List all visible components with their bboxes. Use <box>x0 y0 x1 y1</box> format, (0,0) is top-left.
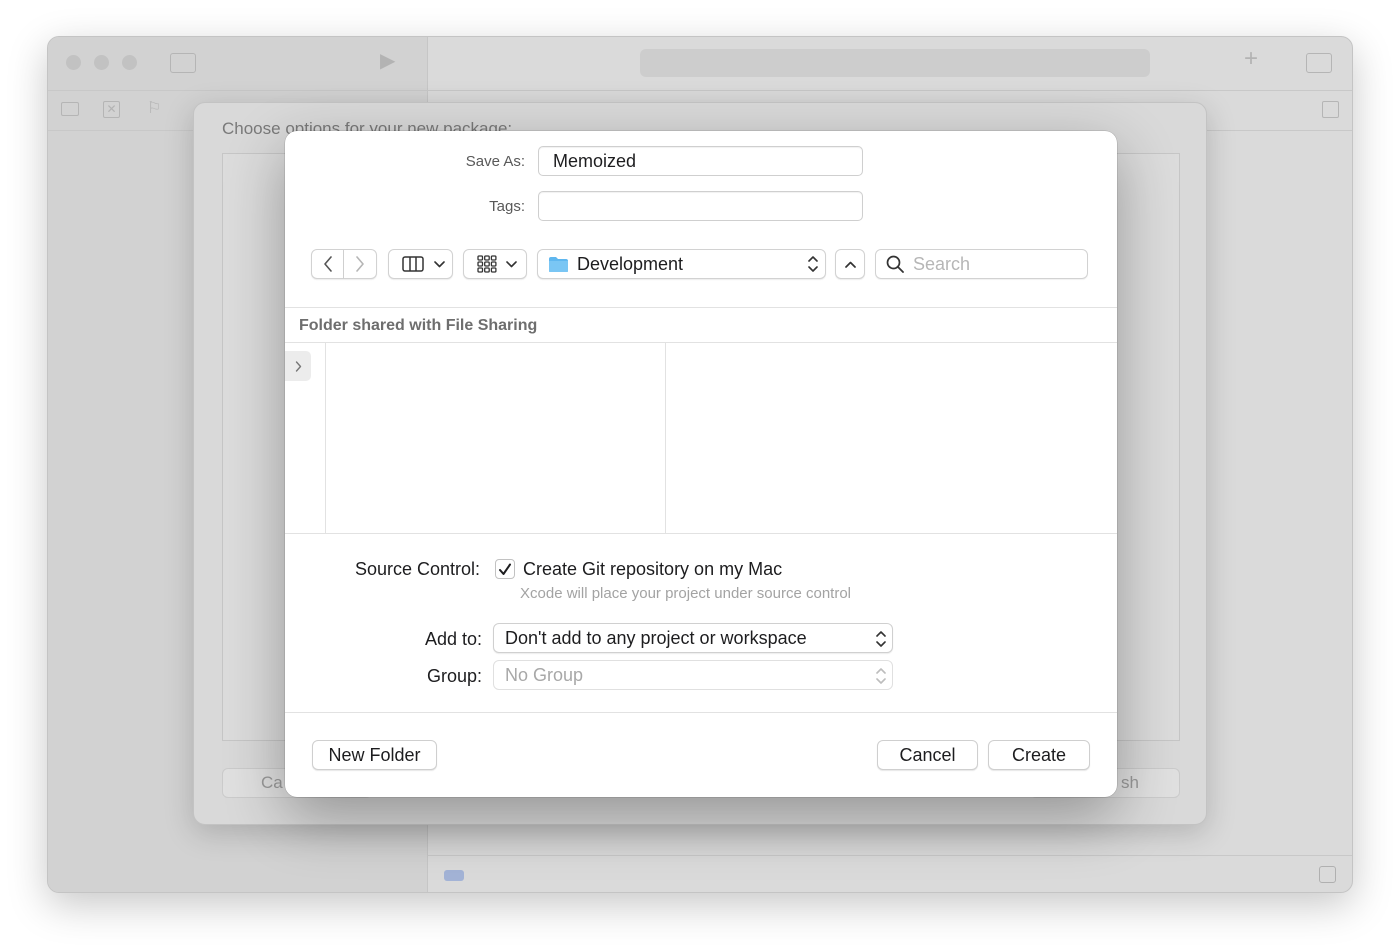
search-input[interactable]: Search <box>875 249 1088 279</box>
close-window-button[interactable] <box>66 55 81 70</box>
browser-divider <box>285 533 1117 534</box>
checkmark-icon <box>499 563 511 575</box>
location-popup[interactable]: Development <box>537 249 826 279</box>
save-as-label: Save As: <box>465 153 525 170</box>
toolbar-divider <box>285 307 1117 308</box>
source-control-icon[interactable]: ✕ <box>103 101 120 118</box>
footer-divider <box>285 712 1117 713</box>
chevron-down-icon <box>506 260 517 267</box>
section-header: Folder shared with File Sharing <box>299 317 538 334</box>
add-editor-icon[interactable] <box>1322 101 1339 118</box>
source-control-label: Source Control: <box>354 559 480 579</box>
columns-view-icon <box>402 256 424 272</box>
back-button[interactable] <box>311 249 344 279</box>
tags-field[interactable] <box>538 191 863 221</box>
sheet-finish-label: sh <box>1121 773 1139 792</box>
group-value: No Group <box>505 664 584 685</box>
run-icon[interactable]: ▶ <box>380 51 395 71</box>
column-divider <box>325 342 326 533</box>
debug-bar <box>428 855 1352 892</box>
window-titlebar: ▶ + <box>48 37 1352 91</box>
chevron-left-icon <box>323 256 332 272</box>
up-down-chevron-icon <box>876 631 886 647</box>
chevron-right-icon <box>295 360 301 372</box>
sheet-cancel-label: Ca <box>261 773 283 792</box>
folder-icon <box>549 256 568 272</box>
column-divider <box>665 342 666 533</box>
new-folder-button[interactable]: New Folder <box>312 740 437 770</box>
cancel-button[interactable]: Cancel <box>877 740 978 770</box>
chevron-up-icon <box>844 261 856 268</box>
git-repository-checkbox[interactable] <box>495 559 515 579</box>
create-button[interactable]: Create <box>988 740 1090 770</box>
group-popup: No Group <box>493 660 893 690</box>
zoom-window-button[interactable] <box>122 55 137 70</box>
git-repository-label[interactable]: Create Git repository on my Mac <box>523 559 782 580</box>
breakpoint-icon[interactable] <box>444 870 464 881</box>
expand-collapse-button[interactable] <box>835 249 865 279</box>
up-down-chevron-icon <box>876 668 886 684</box>
folder-icon[interactable] <box>61 102 79 116</box>
save-as-field[interactable]: Memoized <box>538 146 863 176</box>
view-mode-button[interactable] <box>388 249 453 279</box>
save-dialog: Save As: Memoized Tags: Development Sear… <box>285 131 1117 797</box>
grid-icon <box>477 255 497 273</box>
inspector-toggle-icon[interactable] <box>1306 53 1332 73</box>
file-browser[interactable] <box>285 342 1117 534</box>
debug-area-icon[interactable] <box>1319 866 1336 883</box>
activity-bar <box>640 49 1150 77</box>
up-down-chevron-icon <box>808 256 818 272</box>
minimize-window-button[interactable] <box>94 55 109 70</box>
forward-button[interactable] <box>344 249 377 279</box>
add-to-label: Add to: <box>424 629 482 649</box>
bookmark-icon[interactable]: ⚐ <box>147 100 161 118</box>
chevron-down-icon <box>434 260 445 267</box>
group-label: Group: <box>426 666 482 686</box>
add-icon[interactable]: + <box>1244 47 1258 71</box>
git-help-text: Xcode will place your project under sour… <box>520 585 852 602</box>
show-sidebar-button[interactable] <box>285 351 311 381</box>
add-to-value: Don't add to any project or workspace <box>505 627 807 648</box>
tags-label: Tags: <box>489 198 525 215</box>
search-placeholder: Search <box>913 253 971 274</box>
back-forward-control <box>311 249 377 279</box>
sidebar-toggle-icon[interactable] <box>170 53 196 73</box>
search-icon <box>886 255 904 273</box>
add-to-popup[interactable]: Don't add to any project or workspace <box>493 623 893 653</box>
chevron-right-icon <box>356 256 364 272</box>
group-by-button[interactable] <box>463 249 527 279</box>
location-label: Development <box>577 253 684 274</box>
